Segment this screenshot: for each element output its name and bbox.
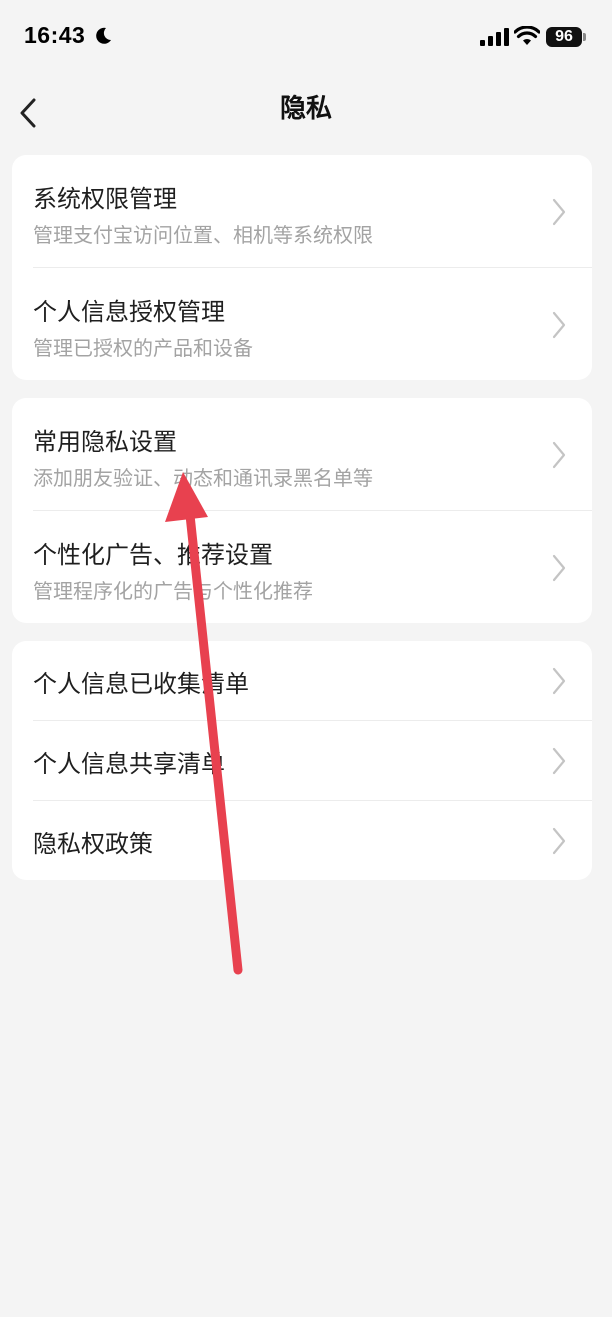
settings-group-privacy: 常用隐私设置 添加朋友验证、动态和通讯录黑名单等 个性化广告、推荐设置 管理程序… bbox=[12, 398, 592, 623]
row-personalized-ads-settings[interactable]: 个性化广告、推荐设置 管理程序化的广告与个性化推荐 bbox=[12, 511, 592, 623]
row-subtitle: 管理程序化的广告与个性化推荐 bbox=[33, 579, 313, 603]
battery-indicator: 96 bbox=[546, 27, 582, 47]
row-system-permissions[interactable]: 系统权限管理 管理支付宝访问位置、相机等系统权限 bbox=[12, 155, 592, 267]
row-personal-info-authorization[interactable]: 个人信息授权管理 管理已授权的产品和设备 bbox=[12, 268, 592, 380]
row-collected-info-list[interactable]: 个人信息已收集清单 bbox=[12, 641, 592, 720]
status-time: 16:43 bbox=[24, 22, 86, 48]
row-subtitle: 管理支付宝访问位置、相机等系统权限 bbox=[33, 223, 373, 247]
battery-tip bbox=[583, 33, 586, 41]
moon-icon bbox=[96, 27, 111, 44]
row-subtitle: 管理已授权的产品和设备 bbox=[33, 336, 253, 360]
row-title: 个人信息授权管理 bbox=[33, 298, 225, 326]
row-title: 个性化广告、推荐设置 bbox=[33, 541, 273, 569]
chevron-right-icon bbox=[552, 311, 566, 339]
chevron-right-icon bbox=[552, 827, 566, 855]
row-title: 系统权限管理 bbox=[33, 185, 177, 213]
nav-bar: 隐私 bbox=[0, 74, 612, 138]
chevron-right-icon bbox=[552, 667, 566, 695]
row-privacy-policy[interactable]: 隐私权政策 bbox=[12, 801, 592, 880]
row-title: 个人信息已收集清单 bbox=[33, 670, 249, 698]
wifi-icon bbox=[514, 26, 540, 45]
row-title: 常用隐私设置 bbox=[33, 428, 177, 456]
settings-group-permissions: 系统权限管理 管理支付宝访问位置、相机等系统权限 个人信息授权管理 管理已授权的… bbox=[12, 155, 592, 380]
settings-group-lists: 个人信息已收集清单 个人信息共享清单 隐私权政策 bbox=[12, 641, 592, 880]
chevron-right-icon bbox=[552, 441, 566, 469]
chevron-right-icon bbox=[552, 198, 566, 226]
row-subtitle: 添加朋友验证、动态和通讯录黑名单等 bbox=[33, 466, 373, 490]
row-shared-info-list[interactable]: 个人信息共享清单 bbox=[12, 721, 592, 800]
cellular-signal-icon bbox=[480, 28, 509, 46]
status-bar: 16:43 96 bbox=[0, 0, 612, 74]
page-title: 隐私 bbox=[279, 94, 332, 124]
row-common-privacy-settings[interactable]: 常用隐私设置 添加朋友验证、动态和通讯录黑名单等 bbox=[12, 398, 592, 510]
chevron-right-icon bbox=[552, 554, 566, 582]
chevron-right-icon bbox=[552, 747, 566, 775]
row-title: 隐私权政策 bbox=[33, 830, 153, 858]
row-title: 个人信息共享清单 bbox=[33, 750, 225, 778]
